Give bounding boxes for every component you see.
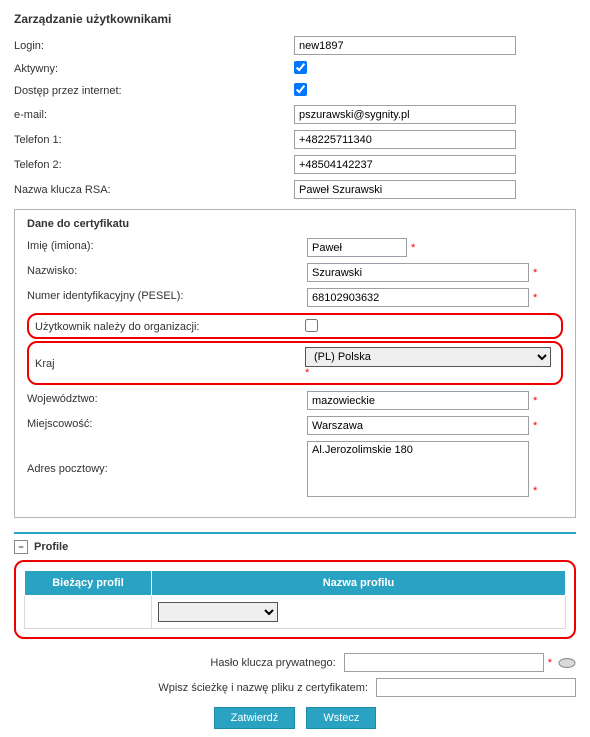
address-textarea[interactable] [307, 441, 529, 497]
email-input[interactable] [294, 105, 516, 124]
address-label: Adres pocztowy: [27, 441, 307, 475]
cert-fieldset: Dane do certyfikatu Imię (imiona): * Naz… [14, 209, 576, 518]
profile-table: Bieżący profil Nazwa profilu [24, 570, 566, 629]
active-checkbox[interactable] [294, 61, 307, 74]
divider [14, 532, 576, 534]
required-star: * [305, 367, 309, 379]
required-star: * [533, 485, 537, 497]
firstname-input[interactable] [307, 238, 407, 257]
internet-label: Dostęp przez internet: [14, 85, 294, 97]
phone2-label: Telefon 2: [14, 159, 294, 171]
country-highlight: Kraj (PL) Polska * [27, 341, 563, 385]
eraser-icon[interactable] [558, 657, 576, 669]
required-star: * [533, 267, 537, 279]
required-star: * [411, 242, 415, 254]
firstname-label: Imię (imiona): [27, 238, 307, 252]
country-select[interactable]: (PL) Polska [305, 347, 551, 367]
lastname-label: Nazwisko: [27, 263, 307, 277]
page-title: Zarządzanie użytkownikami [14, 12, 576, 26]
required-star: * [533, 420, 537, 432]
cert-legend: Dane do certyfikatu [27, 218, 563, 230]
profile-name-select[interactable] [158, 602, 278, 622]
required-star: * [548, 657, 552, 669]
rsa-input[interactable] [294, 180, 516, 199]
phone1-label: Telefon 1: [14, 134, 294, 146]
city-input[interactable] [307, 416, 529, 435]
path-input[interactable] [376, 678, 576, 697]
org-highlight: Użytkownik należy do organizacji: [27, 313, 563, 339]
active-label: Aktywny: [14, 63, 294, 75]
org-label: Użytkownik należy do organizacji: [35, 319, 305, 333]
required-star: * [533, 395, 537, 407]
back-button[interactable]: Wstecz [306, 707, 376, 729]
table-row [25, 596, 566, 629]
city-label: Miejscowość: [27, 416, 307, 430]
lastname-input[interactable] [307, 263, 529, 282]
profile-highlight: Bieżący profil Nazwa profilu [14, 560, 576, 639]
submit-button[interactable]: Zatwierdź [214, 707, 296, 729]
pesel-label: Numer identyfikacyjny (PESEL): [27, 288, 307, 302]
org-checkbox[interactable] [305, 319, 318, 332]
email-label: e-mail: [14, 109, 294, 121]
profile-section-title: Profile [34, 541, 68, 553]
profile-col-name: Nazwa profilu [152, 571, 566, 596]
required-star: * [533, 292, 537, 304]
country-label: Kraj [35, 356, 305, 370]
profile-current-cell [25, 596, 152, 629]
rsa-label: Nazwa klucza RSA: [14, 184, 294, 196]
region-label: Województwo: [27, 391, 307, 405]
pesel-input[interactable] [307, 288, 529, 307]
phone2-input[interactable] [294, 155, 516, 174]
region-input[interactable] [307, 391, 529, 410]
internet-checkbox[interactable] [294, 83, 307, 96]
login-input [294, 36, 516, 55]
password-label: Hasło klucza prywatnego: [210, 657, 335, 669]
profile-col-current: Bieżący profil [25, 571, 152, 596]
collapse-icon[interactable]: − [14, 540, 28, 554]
login-label: Login: [14, 40, 294, 52]
password-input[interactable] [344, 653, 544, 672]
phone1-input[interactable] [294, 130, 516, 149]
path-label: Wpisz ścieżkę i nazwę pliku z certyfikat… [158, 682, 368, 694]
